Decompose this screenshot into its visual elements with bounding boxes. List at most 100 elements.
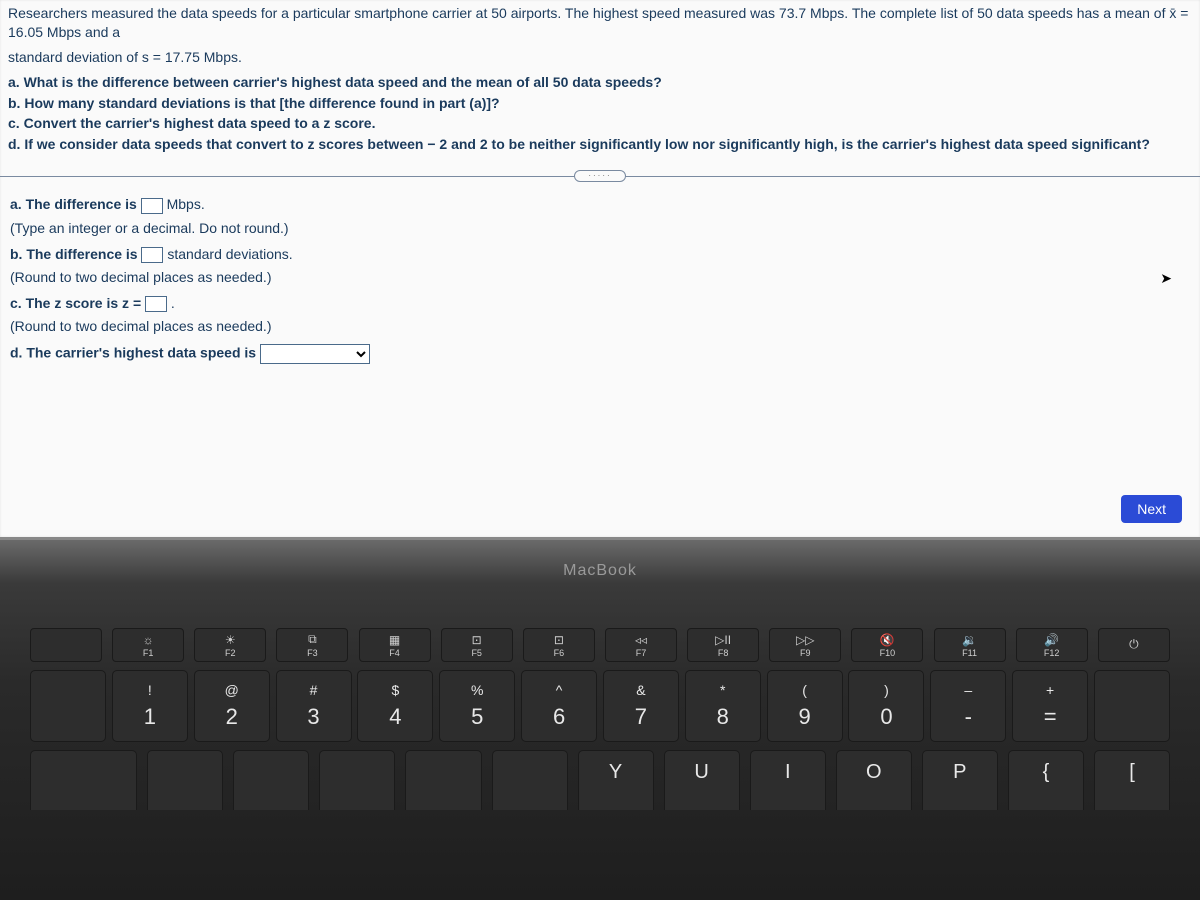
num-key-2[interactable]: @2 [194,670,270,742]
fn-label: F9 [800,648,811,658]
answer-c-hint: (Round to two decimal places as needed.) [10,318,1190,334]
key-bottom-symbol: 8 [717,704,729,730]
num-key-1[interactable]: !1 [112,670,188,742]
keyboard-qwerty-row: YUIOP{[ [0,750,1200,810]
fn-key-F9[interactable]: ▷▷F9 [769,628,841,662]
key-top-symbol: @ [225,682,239,698]
fn-glyph-icon: ◃◃ [635,633,647,647]
fn-glyph-icon: 🔊 [1044,633,1059,647]
qwerty-key-1[interactable] [147,750,223,810]
fn-key-F3[interactable]: ⧉F3 [276,628,348,662]
answer-d-line: d. The carrier's highest data speed is [10,344,1190,364]
qwerty-key-5[interactable] [492,750,568,810]
key-bottom-symbol: 6 [553,704,565,730]
answer-b-hint: (Round to two decimal places as needed.) [10,269,1190,285]
key-bottom-symbol: 0 [880,704,892,730]
question-a: a. What is the difference between carrie… [8,73,1192,92]
key-bottom-symbol: 9 [798,704,810,730]
num-key-9[interactable]: (9 [767,670,843,742]
answer-a-input[interactable] [141,198,163,214]
num-key--[interactable]: –- [930,670,1006,742]
fn-key-F7[interactable]: ◃◃F7 [605,628,677,662]
fn-glyph-icon: 🔇 [880,633,895,647]
fn-label: F1 [143,648,154,658]
fn-key-F12[interactable]: 🔊F12 [1016,628,1088,662]
next-button[interactable]: Next [1121,495,1182,523]
answer-c-suffix: . [171,295,175,311]
qwerty-key-tab[interactable] [30,750,137,810]
num-key-6[interactable]: ^6 [521,670,597,742]
num-key-4[interactable]: $4 [357,670,433,742]
key-bottom-symbol: 1 [144,704,156,730]
qwerty-key-U[interactable]: U [664,750,740,810]
num-key-0[interactable] [30,670,106,742]
fn-label: F7 [636,648,647,658]
answer-a-line: a. The difference is Mbps. [10,196,1190,213]
num-key-7[interactable]: &7 [603,670,679,742]
key-top-symbol: % [471,682,483,698]
key-bottom-symbol: - [965,704,972,730]
fn-key-0[interactable] [30,628,102,662]
section-divider: ····· [0,168,1200,184]
num-key-3[interactable]: #3 [276,670,352,742]
answer-d-select[interactable] [260,344,370,364]
fn-label: F3 [307,648,318,658]
qwerty-key-O[interactable]: O [836,750,912,810]
qwerty-key-3[interactable] [319,750,395,810]
answer-a-hint: (Type an integer or a decimal. Do not ro… [10,220,1190,236]
key-bottom-symbol: 7 [635,704,647,730]
qwerty-key-Y[interactable]: Y [578,750,654,810]
num-key-0[interactable]: )0 [848,670,924,742]
laptop-brand-label: MacBook [0,562,1200,580]
qwerty-key-4[interactable] [405,750,481,810]
qwerty-key-I[interactable]: I [750,750,826,810]
fn-label: F12 [1044,648,1060,658]
collapse-pill[interactable]: ····· [574,170,626,182]
num-key-13[interactable] [1094,670,1170,742]
key-top-symbol: ^ [556,682,563,698]
fn-label: F4 [389,648,400,658]
fn-key-F5[interactable]: ⊡F5 [441,628,513,662]
answer-c-prefix: c. The z score is z = [10,295,145,311]
fn-key-13[interactable]: ⏻ [1098,628,1170,662]
answer-c-input[interactable] [145,296,167,312]
num-key-=[interactable]: += [1012,670,1088,742]
num-key-8[interactable]: *8 [685,670,761,742]
fn-label: F6 [554,648,565,658]
key-top-symbol: & [636,682,645,698]
question-b: b. How many standard deviations is that … [8,94,1192,113]
fn-glyph-icon: ⊡ [554,633,564,647]
key-bottom-symbol: = [1044,704,1057,730]
num-key-5[interactable]: %5 [439,670,515,742]
fn-glyph-icon: ⏻ [1129,637,1139,652]
keyboard-fn-row: ☼F1☀F2⧉F3▦F4⊡F5⊡F6◃◃F7▷IIF8▷▷F9🔇F10🔉F11🔊… [0,628,1200,662]
fn-label: F11 [962,648,977,658]
answer-c-line: c. The z score is z = . [10,295,1190,312]
answer-b-input[interactable] [141,247,163,263]
qwerty-key-{[interactable]: { [1008,750,1084,810]
laptop-chassis: MacBook ☼F1☀F2⧉F3▦F4⊡F5⊡F6◃◃F7▷IIF8▷▷F9🔇… [0,540,1200,900]
qwerty-key-[[interactable]: [ [1094,750,1170,810]
key-bottom-symbol: 2 [226,704,238,730]
qwerty-key-P[interactable]: P [922,750,998,810]
fn-glyph-icon: ⊡ [472,633,482,647]
fn-key-F2[interactable]: ☀F2 [194,628,266,662]
key-top-symbol: ! [148,682,152,698]
fn-key-F8[interactable]: ▷IIF8 [687,628,759,662]
app-screen: Researchers measured the data speeds for… [0,0,1200,540]
fn-key-F4[interactable]: ▦F4 [359,628,431,662]
fn-label: F10 [880,648,896,658]
key-bottom-symbol: 4 [389,704,401,730]
qwerty-key-2[interactable] [233,750,309,810]
fn-glyph-icon: ▦ [389,633,400,647]
fn-key-F10[interactable]: 🔇F10 [851,628,923,662]
fn-glyph-icon: ▷▷ [796,633,814,647]
fn-glyph-icon: ☼ [143,633,154,647]
problem-statement: Researchers measured the data speeds for… [0,0,1200,164]
mouse-cursor-icon: ➤ [1160,270,1172,287]
fn-key-F6[interactable]: ⊡F6 [523,628,595,662]
fn-key-F1[interactable]: ☼F1 [112,628,184,662]
key-top-symbol: * [720,682,725,698]
fn-key-F11[interactable]: 🔉F11 [934,628,1006,662]
answer-d-prefix: d. The carrier's highest data speed is [10,345,260,361]
